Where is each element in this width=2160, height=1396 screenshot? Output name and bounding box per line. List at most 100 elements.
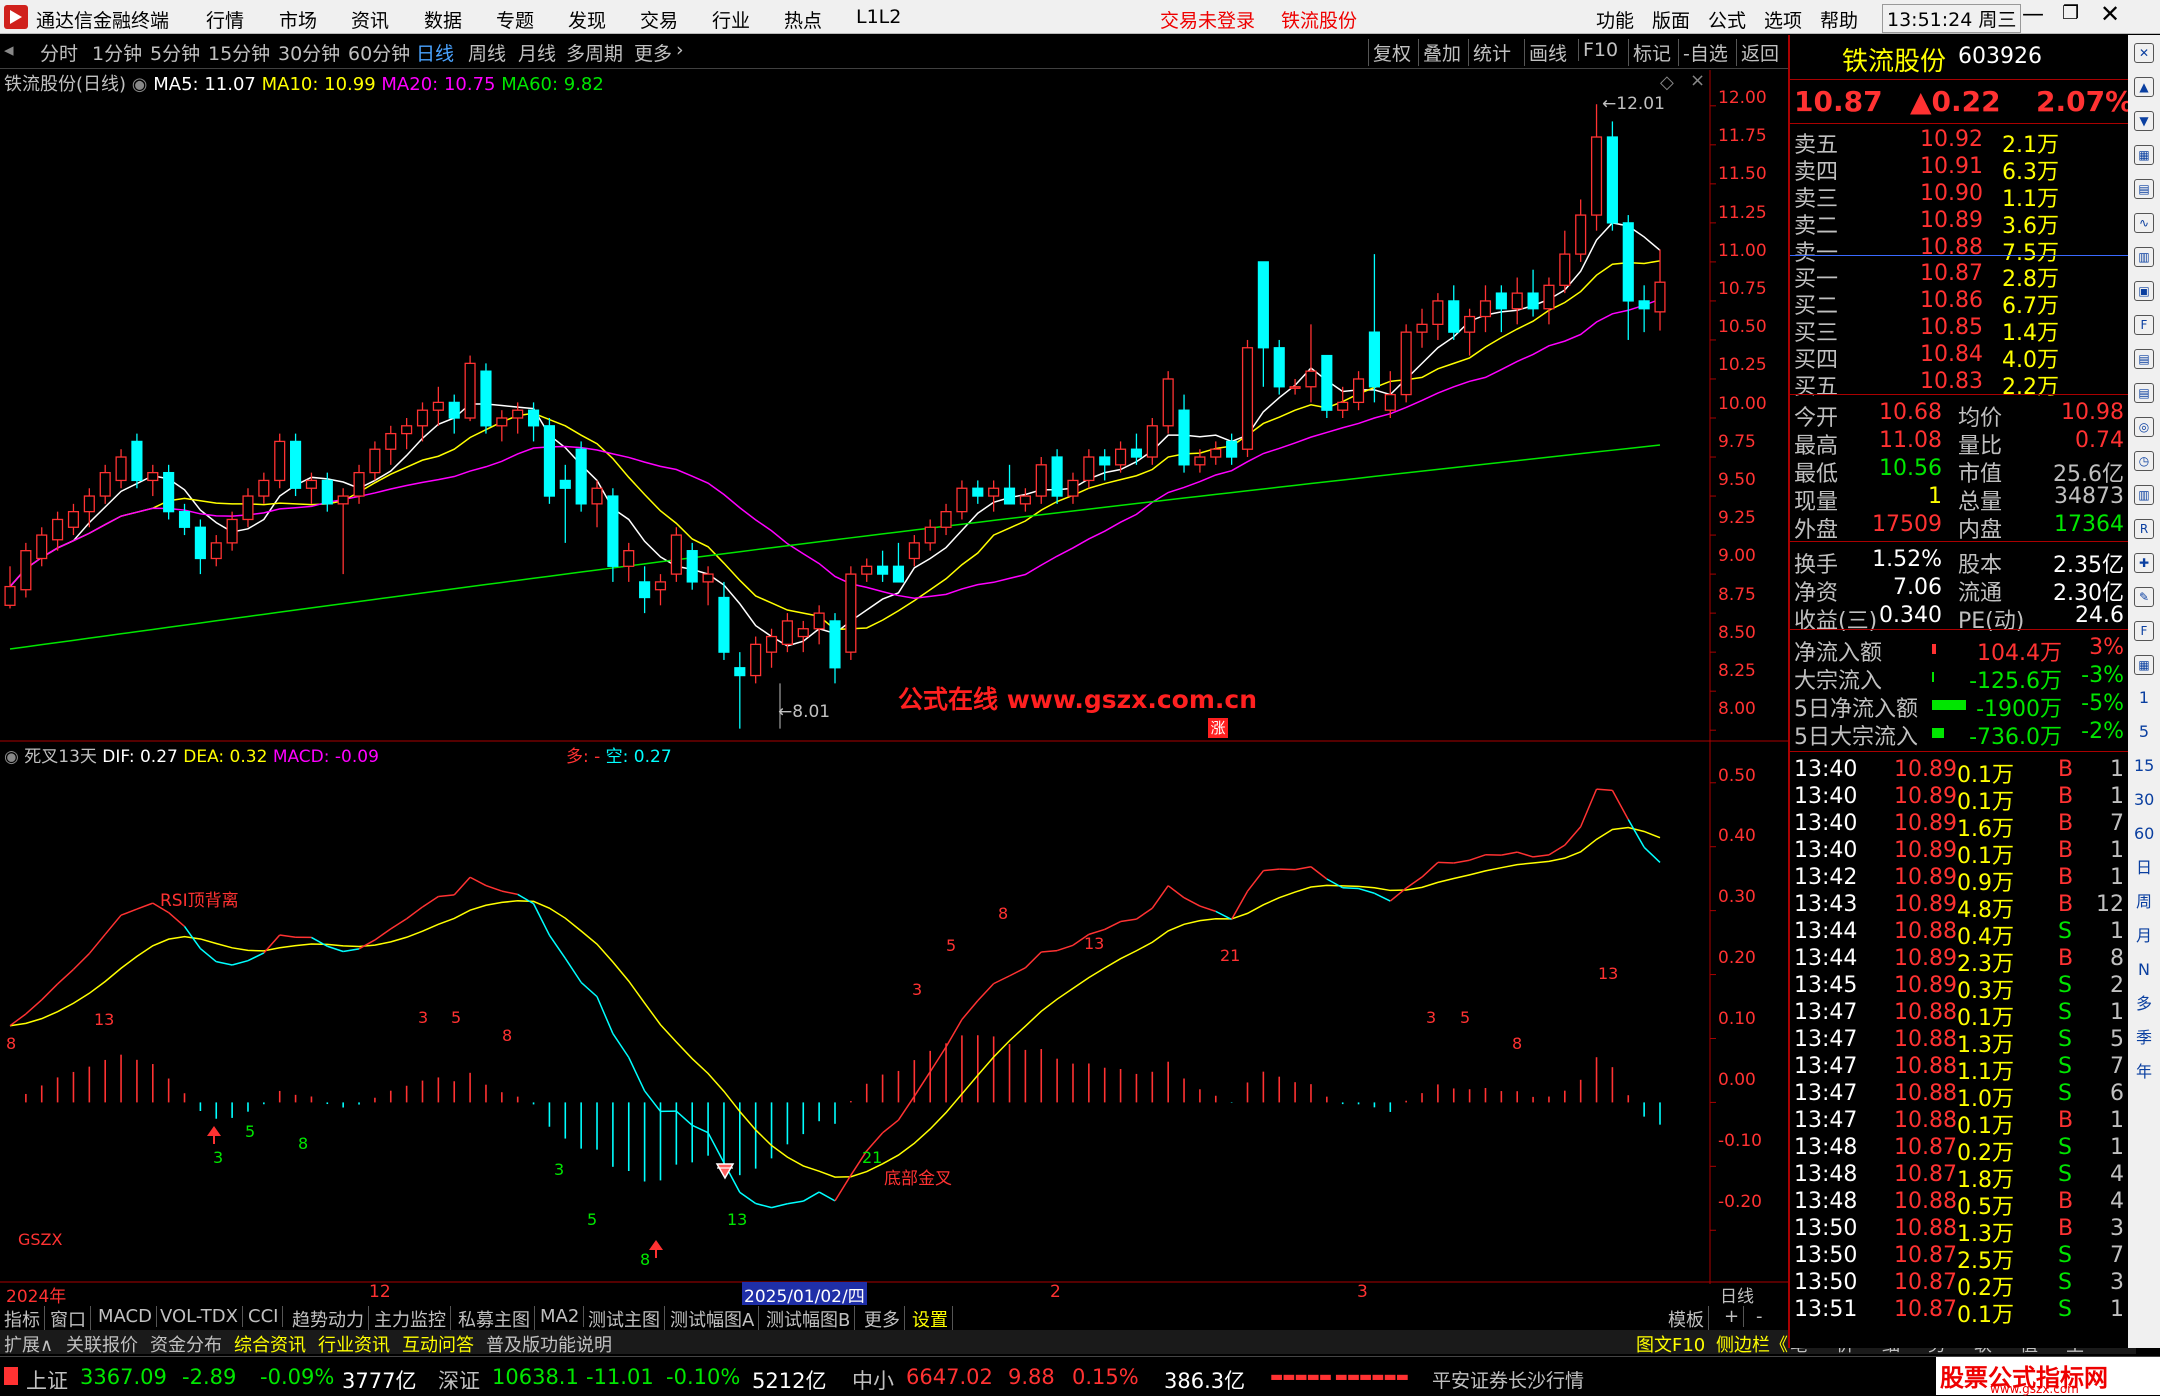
trade-status[interactable]: 交易未登录 bbox=[1160, 6, 1255, 33]
tab-kuozhan[interactable]: 扩展∧ bbox=[4, 1331, 53, 1357]
toolbar-period[interactable]: 周 bbox=[2134, 893, 2154, 913]
toolbar-period[interactable]: 月 bbox=[2134, 927, 2154, 947]
toolbar-icon[interactable]: ◎ bbox=[2134, 417, 2154, 437]
tool-huaxian[interactable]: 画线 bbox=[1524, 39, 1567, 66]
tool-diejia[interactable]: 叠加 bbox=[1418, 39, 1461, 66]
ask-row[interactable]: 卖二 10.89 3.6万 bbox=[1790, 208, 2128, 235]
toolbar-icon[interactable]: ∿ bbox=[2134, 213, 2154, 233]
toolbar-icon[interactable]: ◷ bbox=[2134, 451, 2154, 471]
tab-60min[interactable]: 60分钟 bbox=[348, 39, 410, 66]
toolbar-period[interactable]: 30 bbox=[2134, 791, 2154, 811]
menu-zixun[interactable]: 资讯 bbox=[351, 6, 389, 33]
tab-shezhi[interactable]: 设置 bbox=[908, 1306, 953, 1332]
tab-zonghe[interactable]: 综合资讯 bbox=[234, 1331, 306, 1357]
menu-banmian[interactable]: 版面 bbox=[1652, 6, 1690, 33]
toolbar-icon[interactable]: ✚ bbox=[2134, 553, 2154, 573]
tab-muban[interactable]: 模板 bbox=[1664, 1306, 1709, 1332]
tool-f10[interactable]: F10 bbox=[1578, 39, 1618, 61]
toolbar-period[interactable]: 1 bbox=[2134, 689, 2154, 709]
toolbar-period[interactable]: 年 bbox=[2134, 1063, 2154, 1083]
menu-faxian[interactable]: 发现 bbox=[568, 6, 606, 33]
tab-5min[interactable]: 5分钟 bbox=[150, 39, 200, 66]
tab-simu[interactable]: 私募主图 bbox=[454, 1306, 535, 1332]
toolbar-icon[interactable]: ▦ bbox=[2134, 655, 2154, 675]
menu-shichang[interactable]: 市场 bbox=[279, 6, 317, 33]
toolbar-icon[interactable]: ✕ bbox=[2134, 43, 2154, 63]
tab-more[interactable]: 更多 bbox=[634, 39, 672, 66]
tab-gengduo[interactable]: 更多 bbox=[860, 1306, 905, 1332]
tool-zixuan[interactable]: -自选 bbox=[1678, 39, 1728, 66]
tool-fuquan[interactable]: 复权 bbox=[1368, 39, 1411, 66]
ask-row[interactable]: 卖一 10.88 7.5万 bbox=[1790, 235, 2128, 262]
tab-cebianlan[interactable]: 侧边栏《 bbox=[1716, 1331, 1788, 1357]
tab-macd[interactable]: MACD bbox=[94, 1306, 157, 1327]
toolbar-icon[interactable]: ▤ bbox=[2134, 179, 2154, 199]
sh-name[interactable]: 上证 bbox=[26, 1365, 68, 1395]
bid-row[interactable]: 买二 10.86 6.7万 bbox=[1790, 288, 2128, 315]
bid-row[interactable]: 买四 10.84 4.0万 bbox=[1790, 342, 2128, 369]
menu-hangye[interactable]: 行业 bbox=[712, 6, 750, 33]
menu-redian[interactable]: 热点 bbox=[784, 6, 822, 33]
chart-area[interactable]: 铁流股份(日线) ◉ MA5: 11.07 MA10: 10.99 MA20: … bbox=[0, 70, 1788, 1284]
toolbar-icon[interactable]: ▣ bbox=[2134, 281, 2154, 301]
bid-row[interactable]: 买五 10.83 2.2万 bbox=[1790, 369, 2128, 396]
toolbar-period[interactable]: 季 bbox=[2134, 1029, 2154, 1049]
toolbar-period[interactable]: 日 bbox=[2134, 859, 2154, 879]
tab-vol-tdx[interactable]: VOL-TDX bbox=[156, 1306, 243, 1327]
tab-minus[interactable]: - bbox=[1752, 1306, 1767, 1327]
close-panel-icon[interactable]: × bbox=[1690, 70, 1705, 91]
tab-hangye-zixun[interactable]: 行业资讯 bbox=[318, 1331, 390, 1357]
tab-cci[interactable]: CCI bbox=[244, 1306, 283, 1327]
tab-ma2[interactable]: MA2 bbox=[536, 1306, 584, 1327]
tab-15min[interactable]: 15分钟 bbox=[208, 39, 270, 66]
tab-zhuli[interactable]: 主力监控 bbox=[370, 1306, 451, 1332]
menu-hangqing[interactable]: 行情 bbox=[206, 6, 244, 33]
tab-guanlian[interactable]: 关联报价 bbox=[66, 1331, 138, 1357]
tab-tuwen-f10[interactable]: 图文F10 bbox=[1636, 1331, 1705, 1357]
menu-xuanxiang[interactable]: 选项 bbox=[1764, 6, 1802, 33]
toolbar-icon[interactable]: ✎ bbox=[2134, 587, 2154, 607]
tab-weekly[interactable]: 周线 bbox=[468, 39, 506, 66]
toolbar-period[interactable]: 60 bbox=[2134, 825, 2154, 845]
menu-l1l2[interactable]: L1L2 bbox=[856, 6, 901, 28]
restore-icon[interactable]: ❐ bbox=[2062, 2, 2079, 24]
tab-plus[interactable]: + bbox=[1720, 1306, 1744, 1327]
menu-zhuanti[interactable]: 专题 bbox=[496, 6, 534, 33]
toolbar-icon[interactable]: ▥ bbox=[2134, 485, 2154, 505]
tab-hudong[interactable]: 互动问答 bbox=[402, 1331, 474, 1357]
menu-gongshi[interactable]: 公式 bbox=[1708, 6, 1746, 33]
tab-chuangkou[interactable]: 窗口 bbox=[46, 1306, 91, 1332]
tab-1min[interactable]: 1分钟 bbox=[92, 39, 142, 66]
toolbar-icon[interactable]: ▦ bbox=[2134, 145, 2154, 165]
toolbar-icon[interactable]: F bbox=[2134, 315, 2154, 335]
tab-daily[interactable]: 日线 bbox=[416, 39, 454, 66]
tool-tongji[interactable]: 统计 bbox=[1468, 39, 1511, 66]
tab-ceshi-futu-a[interactable]: 测试幅图A bbox=[666, 1306, 759, 1332]
menu-gongneng[interactable]: 功能 bbox=[1596, 6, 1634, 33]
minimize-icon[interactable]: — bbox=[2022, 2, 2044, 27]
zhang-badge[interactable]: 涨 bbox=[1208, 718, 1228, 738]
collapse-icon[interactable]: ◂ bbox=[4, 39, 14, 61]
ask-row[interactable]: 卖四 10.91 6.3万 bbox=[1790, 154, 2128, 181]
bid-row[interactable]: 买一 10.87 2.8万 bbox=[1790, 261, 2128, 288]
chevron-right-icon[interactable]: › bbox=[676, 39, 684, 61]
tab-zijin[interactable]: 资金分布 bbox=[150, 1331, 222, 1357]
tab-puji[interactable]: 普及版功能说明 bbox=[486, 1331, 612, 1357]
close-icon[interactable]: ✕ bbox=[2100, 0, 2120, 28]
tab-30min[interactable]: 30分钟 bbox=[278, 39, 340, 66]
toolbar-period[interactable]: 5 bbox=[2134, 723, 2154, 743]
menu-jiaoyi[interactable]: 交易 bbox=[640, 6, 678, 33]
menu-shuju[interactable]: 数据 bbox=[424, 6, 462, 33]
toolbar-icon[interactable]: ▤ bbox=[2134, 383, 2154, 403]
bid-row[interactable]: 买三 10.85 1.4万 bbox=[1790, 315, 2128, 342]
tab-zhibiao[interactable]: 指标 bbox=[0, 1306, 45, 1332]
zx-name[interactable]: 中小 bbox=[852, 1365, 894, 1395]
toolbar-period[interactable]: N bbox=[2134, 961, 2154, 981]
settings-icon-2[interactable]: ◉ bbox=[4, 747, 19, 767]
toolbar-period[interactable]: 15 bbox=[2134, 757, 2154, 777]
sz-name[interactable]: 深证 bbox=[438, 1365, 480, 1395]
tab-ceshi-zhutu[interactable]: 测试主图 bbox=[584, 1306, 665, 1332]
settings-icon[interactable]: ◉ bbox=[132, 74, 148, 95]
toolbar-icon[interactable]: ▼ bbox=[2134, 111, 2154, 131]
toolbar-icon[interactable]: R bbox=[2134, 519, 2154, 539]
